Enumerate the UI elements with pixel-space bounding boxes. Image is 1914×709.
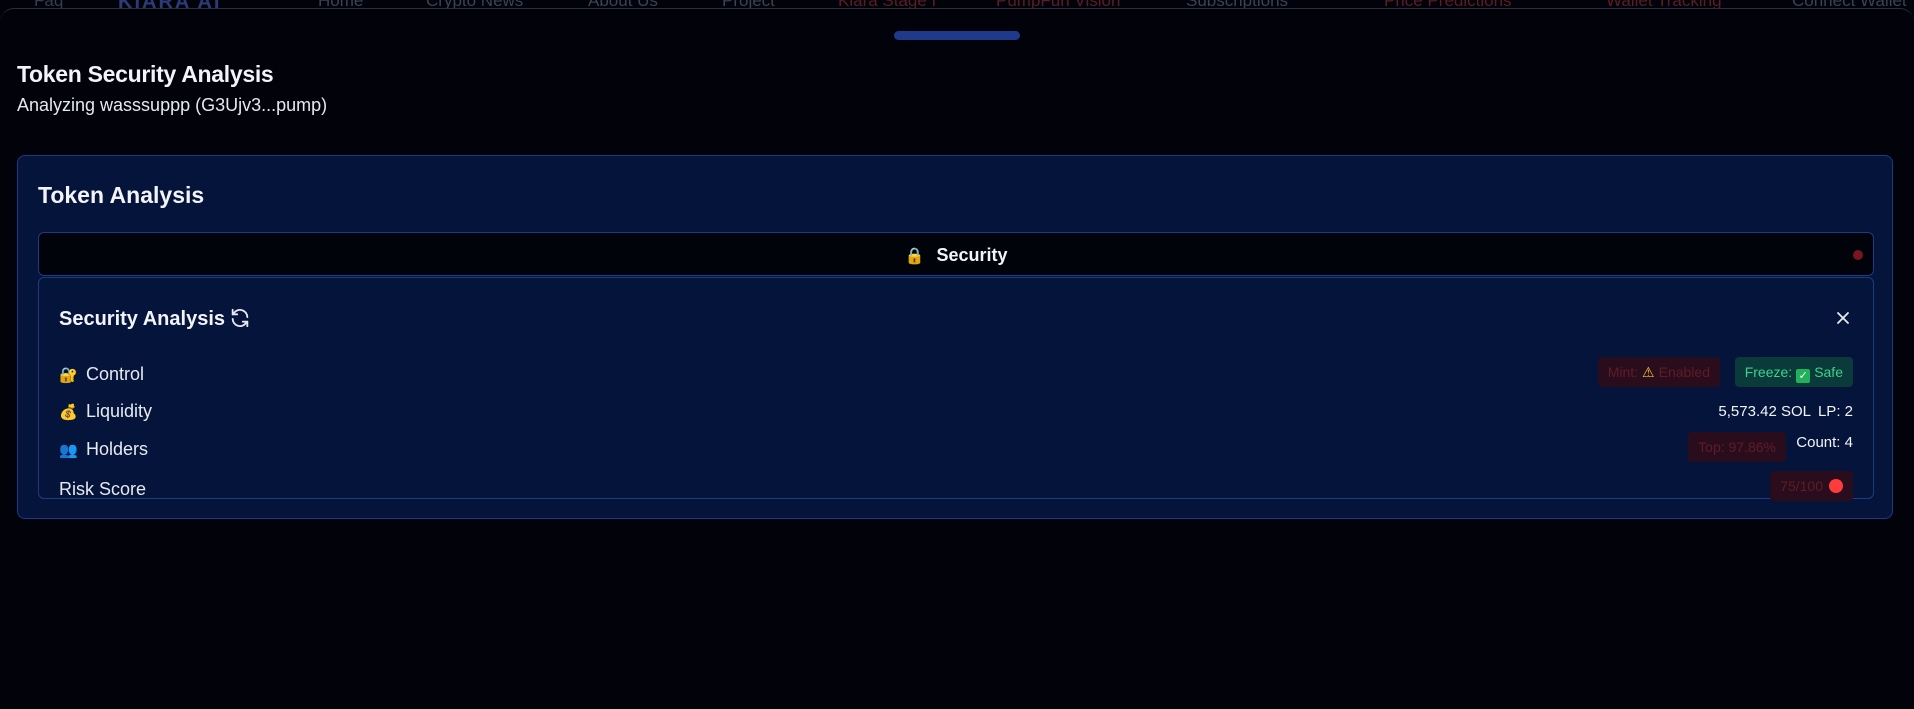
page-title: Token Security Analysis <box>17 61 274 87</box>
row-risk-label: Risk Score <box>59 479 147 499</box>
warning-icon: ⚠ <box>1642 364 1655 380</box>
tab-security-label: Security <box>936 245 1008 265</box>
row-holders-label: Holders <box>86 439 149 459</box>
lock-icon: 🔒 <box>904 248 925 265</box>
top-holders-badge: Top: 97.86% <box>1688 432 1786 462</box>
row-holders: 👥 Holders <box>59 439 148 460</box>
security-analysis-panel: Security Analysis 🔐 Control Mint: ⚠ Enable… <box>38 277 1874 501</box>
risk-indicator-icon <box>1829 479 1843 493</box>
check-icon: ✓ <box>1796 369 1811 383</box>
card-title: Token Analysis <box>38 182 205 208</box>
liquidity-amount: 5,573.42 SOL <box>1718 403 1811 420</box>
mint-status-badge: Mint: ⚠ Enabled <box>1597 357 1720 387</box>
row-liquidity: 💰 Liquidity <box>59 401 152 422</box>
users-icon: 👥 <box>59 442 78 459</box>
risk-score-badge: 75/100 <box>1770 471 1853 501</box>
row-risk-score: Risk Score <box>59 479 146 500</box>
lock-key-icon: 🔐 <box>59 367 78 384</box>
holders-count: Count: 4 <box>1796 434 1853 451</box>
row-control: 🔐 Control <box>59 364 144 385</box>
page-subtitle: Analyzing wasssuppp (G3Ujv3...pump) <box>17 95 328 115</box>
row-control-label: Control <box>86 364 145 384</box>
freeze-status-badge: Freeze: ✓ Safe <box>1734 357 1853 387</box>
liquidity-lp-count: LP: 2 <box>1817 403 1853 420</box>
analysis-sheet: Token Security Analysis Analyzing wasssu… <box>0 8 1914 709</box>
drag-handle[interactable] <box>894 31 1020 40</box>
tab-security[interactable]: 🔒 Security <box>38 232 1874 276</box>
status-dot <box>1853 250 1863 260</box>
close-icon[interactable] <box>1833 308 1853 328</box>
token-analysis-card: Token Analysis 🔒 Security Security Analys… <box>17 155 1893 519</box>
money-bag-icon: 💰 <box>59 404 78 421</box>
refresh-icon[interactable] <box>229 307 251 329</box>
security-analysis-title: Security Analysis <box>59 308 226 330</box>
row-liquidity-label: Liquidity <box>86 401 153 421</box>
